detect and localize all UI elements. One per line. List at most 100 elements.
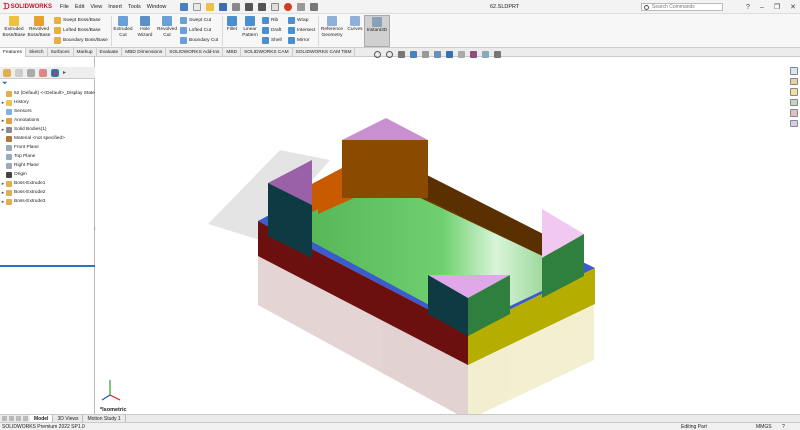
close-button[interactable]: ✕ (790, 3, 796, 11)
restore-button[interactable]: ❐ (774, 3, 780, 11)
menu-edit[interactable]: Edit (75, 4, 84, 10)
tab-sketch[interactable]: Sketch (26, 48, 48, 57)
home-icon[interactable] (180, 2, 189, 11)
linear-pattern-button[interactable]: Linear Pattern (240, 16, 260, 38)
design-library-icon[interactable] (790, 77, 798, 85)
new-document-icon[interactable] (193, 2, 202, 11)
previous-view-icon[interactable] (398, 51, 405, 58)
property-manager-tab-icon[interactable] (15, 68, 23, 77)
tree-item[interactable]: ▸ History (0, 98, 95, 107)
solidworks-resources-icon[interactable] (790, 67, 798, 75)
help-icon[interactable]: ? (746, 4, 750, 11)
rib-button[interactable]: Rib (262, 17, 278, 24)
tab-solidworks-addins[interactable]: SOLIDWORKS Add-Ins (166, 48, 224, 57)
extruded-boss-button[interactable]: Extruded Boss/Base (2, 16, 26, 38)
traffic-light-icon[interactable] (284, 2, 293, 11)
dynamic-annotation-icon[interactable] (422, 51, 429, 58)
prev-tab-icon[interactable] (9, 416, 14, 421)
units-selector[interactable]: MMGS (756, 424, 772, 430)
dimxpert-tab-icon[interactable] (39, 68, 47, 77)
zoom-to-fit-icon[interactable] (374, 51, 381, 58)
tree-item[interactable]: ▸ Boss-Extrude1 (0, 179, 95, 188)
save-icon[interactable] (219, 2, 228, 11)
edit-appearance-icon[interactable] (470, 51, 477, 58)
first-tab-icon[interactable] (2, 416, 7, 421)
tree-item[interactable]: Material <not specified> (0, 134, 95, 143)
minimize-button[interactable]: – (760, 4, 764, 11)
menu-insert[interactable]: Insert (108, 4, 122, 10)
apply-scene-icon[interactable] (482, 51, 489, 58)
tree-item[interactable]: ▸ Solid Bodies(1) (0, 125, 95, 134)
extruded-cut-button[interactable]: Extruded Cut (112, 16, 134, 38)
view-settings-icon[interactable] (494, 51, 501, 58)
tab-mbd[interactable]: MBD (223, 48, 242, 57)
lofted-boss-button[interactable]: Lofted Boss/Base (54, 27, 101, 34)
tab-scroll-controls[interactable] (0, 416, 30, 421)
app-logo[interactable]: ᗪ SOLIDWORKS (0, 2, 56, 12)
view-orientation-icon[interactable] (434, 51, 441, 58)
tree-item[interactable]: Sensors (0, 107, 95, 116)
tree-root[interactable]: 62 (Default) <<Default>_Display State (0, 89, 95, 98)
swept-cut-button[interactable]: Swept Cut (180, 17, 211, 24)
shell-button[interactable]: Shell (262, 37, 282, 44)
print-icon[interactable] (232, 2, 241, 11)
display-manager-tab-icon[interactable] (51, 68, 59, 77)
graphics-area[interactable] (96, 57, 800, 414)
menu-tools[interactable]: Tools (128, 4, 141, 10)
feature-manager-tab-icon[interactable] (3, 68, 11, 77)
custom-properties-icon[interactable] (790, 119, 798, 127)
curves-button[interactable]: Curves (346, 16, 364, 33)
menu-view[interactable]: View (90, 4, 102, 10)
menu-file[interactable]: File (60, 4, 69, 10)
tree-item[interactable]: Top Plane (0, 152, 95, 161)
tree-item[interactable]: Origin (0, 170, 95, 179)
lofted-cut-button[interactable]: Lofted Cut (180, 27, 211, 34)
last-tab-icon[interactable] (23, 416, 28, 421)
instant3d-button[interactable]: Instant3D (364, 15, 390, 47)
rollback-bar[interactable] (0, 265, 95, 267)
tree-item[interactable]: ▸ Boss-Extrude3 (0, 197, 95, 206)
section-view-icon[interactable] (410, 51, 417, 58)
next-tab-icon[interactable] (16, 416, 21, 421)
tab-features[interactable]: Features (0, 48, 26, 57)
swept-boss-button[interactable]: Swept Boss/Base (54, 17, 101, 24)
display-style-icon[interactable] (446, 51, 453, 58)
tree-item[interactable]: Front Plane (0, 143, 95, 152)
file-explorer-icon[interactable] (790, 88, 798, 96)
tree-item[interactable]: Right Plane (0, 161, 95, 170)
more-tabs-icon[interactable]: ▸ (63, 69, 66, 76)
tab-evaluate[interactable]: Evaluate (97, 48, 123, 57)
undo-icon[interactable] (245, 2, 254, 11)
configuration-manager-tab-icon[interactable] (27, 68, 35, 77)
fillet-button[interactable]: Fillet (224, 16, 240, 33)
help-status-icon[interactable]: ? (782, 424, 785, 430)
boundary-boss-button[interactable]: Boundary Boss/Base (54, 37, 108, 44)
tab-solidworks-cam-tbm[interactable]: SOLIDWORKS CAM TBM (293, 48, 356, 57)
boundary-cut-button[interactable]: Boundary Cut (180, 37, 218, 44)
wrap-button[interactable]: Wrap (288, 17, 308, 24)
rebuild-icon[interactable] (258, 2, 267, 11)
options-gear-icon[interactable] (310, 2, 319, 11)
filter-icon[interactable]: ⏷ (2, 80, 8, 88)
view-palette-icon[interactable] (790, 98, 798, 106)
intersect-button[interactable]: Intersect (288, 27, 315, 34)
tree-item[interactable]: ▸ Annotations (0, 116, 95, 125)
menu-window[interactable]: Window (147, 4, 167, 10)
tab-solidworks-cam[interactable]: SOLIDWORKS CAM (241, 48, 293, 57)
select-arrow-icon[interactable] (271, 2, 280, 11)
tab-surfaces[interactable]: Surfaces (48, 48, 74, 57)
open-folder-icon[interactable] (206, 2, 215, 11)
file-properties-icon[interactable] (297, 2, 306, 11)
reference-geometry-button[interactable]: Reference Geometry (319, 16, 345, 38)
tab-mbd-dimensions[interactable]: MBD Dimensions (122, 48, 167, 57)
appearances-icon[interactable] (790, 109, 798, 117)
mirror-button[interactable]: Mirror (288, 37, 310, 44)
hole-wizard-button[interactable]: Hole Wizard (135, 16, 155, 38)
tab-markup[interactable]: Markup (74, 48, 97, 57)
tree-item[interactable]: ▸ Boss-Extrude2 (0, 188, 95, 197)
zoom-to-area-icon[interactable] (386, 51, 393, 58)
revolved-boss-button[interactable]: Revolved Boss/Base (27, 16, 51, 38)
revolved-cut-button[interactable]: Revolved Cut (156, 16, 178, 38)
hide-show-items-icon[interactable] (458, 51, 465, 58)
draft-button[interactable]: Draft (262, 27, 281, 34)
